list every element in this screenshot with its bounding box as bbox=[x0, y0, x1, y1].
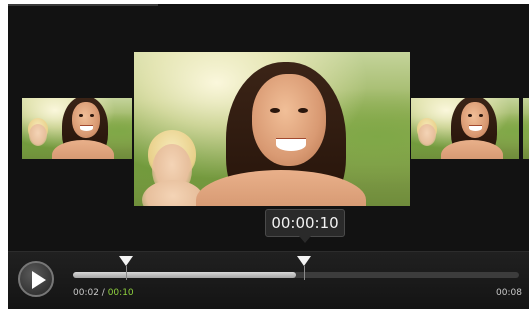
thumbnail-center[interactable] bbox=[134, 52, 410, 206]
thumbnail-right[interactable] bbox=[411, 98, 529, 159]
play-icon bbox=[32, 271, 46, 289]
trim-track[interactable] bbox=[73, 272, 519, 278]
time-range: 00:02 / 00:10 bbox=[73, 288, 134, 298]
start-time: 00:02 bbox=[73, 288, 99, 298]
track-fill bbox=[73, 272, 296, 278]
current-time: 00:10 bbox=[107, 288, 134, 298]
thumbnail-left[interactable] bbox=[22, 98, 132, 159]
tooltip-arrow bbox=[299, 236, 311, 243]
start-marker-line bbox=[126, 266, 127, 280]
play-button[interactable] bbox=[18, 261, 54, 297]
playback-controls: 00:02 / 00:10 00:08 bbox=[8, 251, 529, 309]
end-trim-handle[interactable] bbox=[297, 256, 311, 266]
start-trim-handle[interactable] bbox=[119, 256, 133, 266]
time-separator: / bbox=[98, 288, 108, 298]
tooltip-time: 00:00:10 bbox=[271, 214, 339, 232]
time-tooltip: 00:00:10 bbox=[265, 209, 345, 243]
end-time: 00:08 bbox=[496, 288, 522, 298]
end-marker-line bbox=[304, 266, 305, 280]
status-line bbox=[8, 4, 158, 6]
video-trim-screen: 00:00:10 00:02 / 00:10 00:08 bbox=[8, 4, 529, 309]
